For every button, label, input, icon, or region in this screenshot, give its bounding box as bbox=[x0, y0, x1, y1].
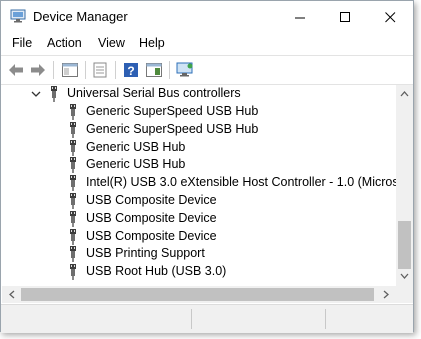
menu-file[interactable]: File bbox=[12, 36, 32, 50]
horizontal-scroll-thumb[interactable] bbox=[21, 288, 374, 301]
device-row[interactable]: USB Composite Device bbox=[2, 210, 396, 228]
menu-action[interactable]: Action bbox=[47, 36, 82, 50]
window-title: Device Manager bbox=[33, 9, 128, 24]
vertical-scroll-thumb[interactable] bbox=[398, 221, 411, 269]
toolbar-separator bbox=[53, 61, 54, 79]
action-pane-icon bbox=[146, 63, 162, 77]
device-row[interactable]: USB Root Hub (USB 3.0) bbox=[2, 263, 396, 281]
device-row[interactable]: Generic USB Hub bbox=[2, 139, 396, 157]
horizontal-scrollbar[interactable] bbox=[2, 286, 396, 303]
device-manager-window: Device Manager File Action View Help ? U… bbox=[0, 0, 414, 333]
usb-connector-icon bbox=[70, 193, 76, 209]
menu-bar: File Action View Help bbox=[1, 34, 413, 54]
usb-connector-icon bbox=[70, 210, 76, 227]
scroll-down-arrow-icon[interactable] bbox=[400, 273, 409, 280]
device-row[interactable]: Generic SuperSpeed USB Hub bbox=[2, 121, 396, 139]
maximize-icon bbox=[340, 11, 350, 22]
back-button[interactable] bbox=[6, 60, 26, 80]
toolbar: ? bbox=[1, 55, 413, 85]
svg-text:?: ? bbox=[127, 64, 134, 78]
back-arrow-icon bbox=[9, 64, 23, 76]
usb-connector-icon bbox=[70, 139, 76, 156]
vertical-scrollbar[interactable] bbox=[396, 85, 413, 286]
toolbar-separator bbox=[169, 61, 170, 79]
properties-icon bbox=[93, 62, 107, 78]
device-label: USB Composite Device bbox=[86, 228, 217, 243]
device-label: Generic SuperSpeed USB Hub bbox=[86, 121, 259, 136]
help-button[interactable]: ? bbox=[121, 60, 141, 80]
scroll-up-arrow-icon[interactable] bbox=[400, 90, 409, 97]
usb-connector-icon bbox=[70, 246, 76, 263]
menu-help[interactable]: Help bbox=[139, 36, 165, 50]
device-manager-app-icon bbox=[10, 9, 26, 23]
usb-connector-icon bbox=[70, 121, 76, 138]
device-row[interactable]: Generic USB Hub bbox=[2, 156, 396, 174]
scroll-right-arrow-icon[interactable] bbox=[383, 290, 390, 299]
menu-view[interactable]: View bbox=[98, 36, 125, 50]
toolbar-separator bbox=[115, 61, 116, 79]
close-icon bbox=[385, 11, 396, 22]
device-label: USB Composite Device bbox=[86, 193, 217, 207]
show-hide-console-tree-button[interactable] bbox=[60, 60, 80, 80]
device-row[interactable]: USB Composite Device bbox=[2, 192, 396, 210]
device-label: Intel(R) USB 3.0 eXtensible Host Control… bbox=[86, 175, 396, 190]
usb-connector-icon bbox=[70, 157, 76, 174]
close-button[interactable] bbox=[368, 1, 413, 33]
chevron-down-icon[interactable] bbox=[31, 89, 41, 99]
forward-button[interactable] bbox=[28, 60, 48, 80]
device-label: USB Composite Device bbox=[86, 210, 217, 225]
device-row[interactable]: Generic SuperSpeed USB Hub bbox=[2, 103, 396, 121]
maximize-button[interactable] bbox=[323, 1, 368, 33]
device-row[interactable]: USB Composite Device bbox=[2, 228, 396, 246]
usb-connector-icon bbox=[70, 104, 76, 120]
device-label: Generic USB Hub bbox=[86, 139, 186, 154]
device-label: Generic USB Hub bbox=[86, 157, 186, 172]
minimize-button[interactable] bbox=[278, 1, 323, 33]
usb-connector-icon bbox=[70, 264, 76, 281]
usb-connector-icon bbox=[70, 228, 76, 245]
status-bar bbox=[1, 304, 413, 333]
tree-category-usb[interactable]: Universal Serial Bus controllers bbox=[2, 85, 396, 103]
device-row[interactable]: Intel(R) USB 3.0 eXtensible Host Control… bbox=[2, 174, 396, 192]
scroll-left-arrow-icon[interactable] bbox=[8, 290, 15, 299]
usb-connector-icon bbox=[70, 175, 76, 192]
device-label: USB Root Hub (USB 3.0) bbox=[86, 264, 227, 279]
category-label: Universal Serial Bus controllers bbox=[67, 86, 241, 100]
status-divider bbox=[191, 309, 192, 329]
monitor-scan-icon bbox=[176, 62, 193, 77]
scan-hardware-button[interactable] bbox=[175, 60, 195, 80]
action-pane-button[interactable] bbox=[144, 60, 164, 80]
forward-arrow-icon bbox=[31, 64, 45, 76]
device-row[interactable]: USB Printing Support bbox=[2, 245, 396, 263]
toolbar-separator bbox=[85, 61, 86, 79]
usb-connector-icon bbox=[51, 86, 57, 102]
device-label: Generic SuperSpeed USB Hub bbox=[86, 104, 259, 118]
scrollbar-corner bbox=[396, 286, 413, 303]
device-label: USB Printing Support bbox=[86, 246, 205, 261]
properties-button[interactable] bbox=[90, 60, 110, 80]
status-divider bbox=[325, 309, 326, 329]
console-tree-icon bbox=[62, 63, 78, 77]
minimize-icon bbox=[295, 17, 305, 18]
title-bar[interactable]: Device Manager bbox=[1, 1, 413, 33]
device-tree[interactable]: Universal Serial Bus controllers Generic… bbox=[2, 85, 396, 286]
help-icon: ? bbox=[124, 63, 138, 78]
